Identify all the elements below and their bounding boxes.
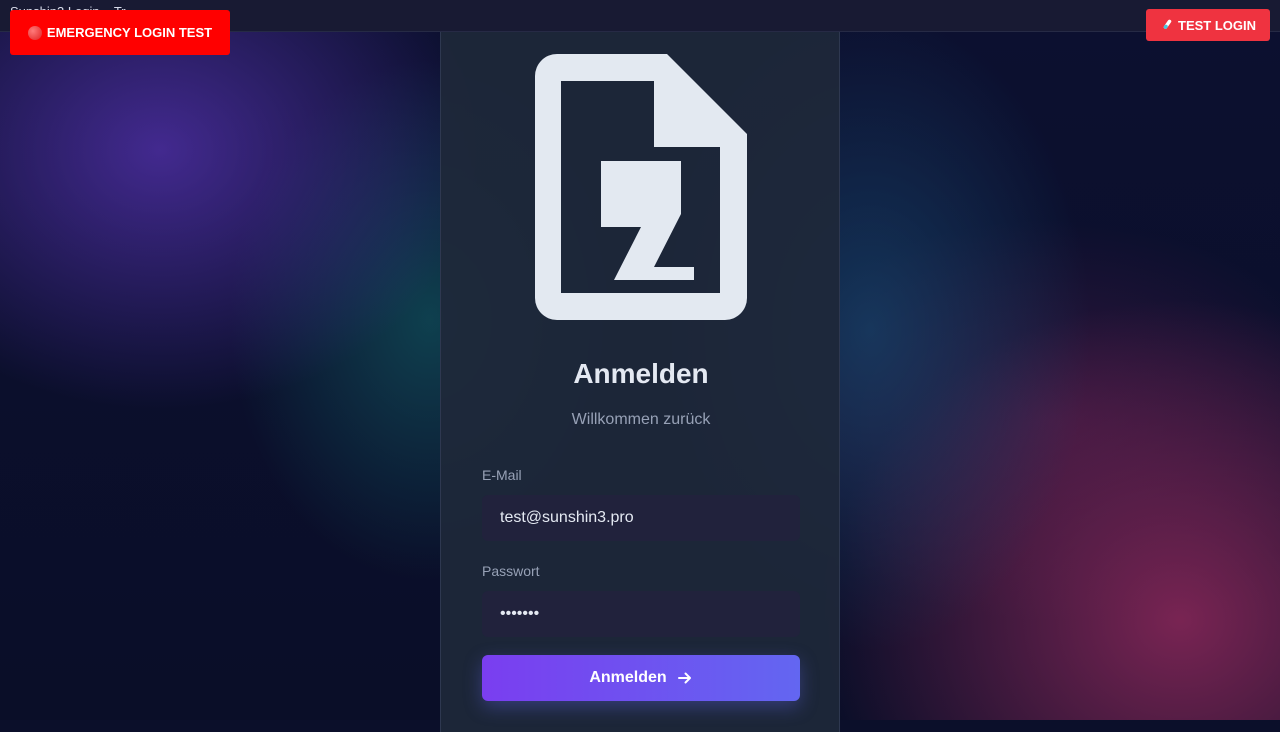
login-title: Anmelden [573,358,709,389]
login-submit-button[interactable]: Anmelden [482,655,800,701]
red-circle-icon [27,25,42,40]
test-login-button[interactable]: TEST LOGIN [1146,9,1270,41]
password-label: Passwort [482,563,540,579]
arrow-right-icon [677,672,691,684]
email-label: E-Mail [482,467,522,483]
password-field[interactable] [482,591,800,637]
login-submit-label: Anmelden [589,669,667,686]
emergency-login-test-button[interactable]: EMERGENCY LOGIN TEST [10,10,230,55]
email-field[interactable] [482,495,800,541]
emergency-login-test-label: EMERGENCY LOGIN TEST [46,25,213,40]
login-card: Anmelden Willkommen zurück E-Mail Passwo… [440,32,840,732]
document-logo-icon [535,54,747,320]
login-subtitle: Willkommen zurück [571,411,711,428]
test-tube-icon [1163,19,1172,29]
test-login-label: TEST LOGIN [1178,17,1256,33]
